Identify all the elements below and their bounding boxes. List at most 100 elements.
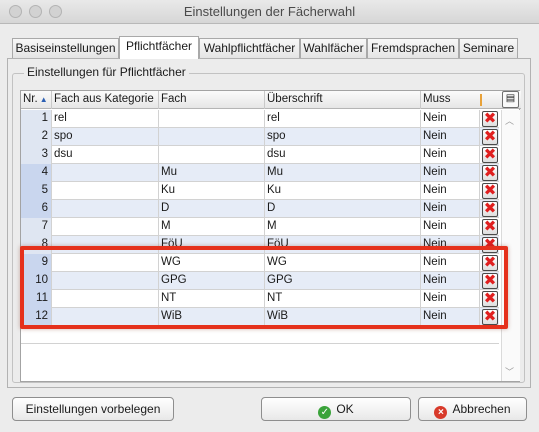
delete-row-button[interactable]: ✖ [482,146,498,163]
row-muss-cell[interactable]: Nein [421,218,480,236]
column-header-kategorie[interactable]: Fach aus Kategorie [52,91,159,109]
row-kategorie-cell[interactable] [52,182,159,200]
table-row[interactable]: 3 dsu dsu Nein ✖ [21,146,499,164]
table-row[interactable]: 5 Ku Ku Nein ✖ [21,182,499,200]
table-row[interactable]: 2 spo spo Nein ✖ [21,128,499,146]
table-row[interactable]: 11 NT NT Nein ✖ [21,290,499,308]
row-muss-cell[interactable]: Nein [421,308,480,326]
delete-row-button[interactable]: ✖ [482,254,498,271]
cancel-button[interactable]: × Abbrechen [418,397,527,421]
row-nr-cell[interactable]: 8 [21,236,52,254]
row-ueberschrift-cell[interactable]: NT [265,290,421,308]
row-nr-cell[interactable]: 5 [21,182,52,200]
row-ueberschrift-cell[interactable]: D [265,200,421,218]
row-kategorie-cell[interactable] [52,272,159,290]
delete-row-button[interactable]: ✖ [482,272,498,289]
table-row[interactable]: 10 GPG GPG Nein ✖ [21,272,499,290]
row-kategorie-cell[interactable]: dsu [52,146,159,164]
row-muss-cell[interactable]: Nein [421,290,480,308]
tab-seminare[interactable]: Seminare [459,38,518,59]
delete-row-button[interactable]: ✖ [482,164,498,181]
delete-row-button[interactable]: ✖ [482,110,498,127]
tab-fremdsprachen[interactable]: Fremdsprachen [367,38,459,59]
row-kategorie-cell[interactable] [52,164,159,182]
delete-row-button[interactable]: ✖ [482,182,498,199]
row-kategorie-cell[interactable] [52,290,159,308]
row-nr-cell[interactable]: 7 [21,218,52,236]
table-row[interactable]: 9 WG WG Nein ✖ [21,254,499,272]
row-kategorie-cell[interactable]: rel [52,110,159,128]
row-ueberschrift-cell[interactable]: WG [265,254,421,272]
row-fach-cell[interactable]: NT [159,290,265,308]
row-muss-cell[interactable]: Nein [421,272,480,290]
row-nr-cell[interactable]: 6 [21,200,52,218]
row-kategorie-cell[interactable] [52,200,159,218]
row-fach-cell[interactable] [159,110,265,128]
ok-button[interactable]: ✓ OK [261,397,411,421]
tab-basiseinstellungen[interactable]: Basiseinstellungen [12,38,119,59]
row-ueberschrift-cell[interactable]: FöU [265,236,421,254]
table-row[interactable]: 1 rel rel Nein ✖ [21,110,499,128]
row-muss-cell[interactable]: Nein [421,146,480,164]
row-ueberschrift-cell[interactable]: rel [265,110,421,128]
row-ueberschrift-cell[interactable]: dsu [265,146,421,164]
row-fach-cell[interactable]: M [159,218,265,236]
row-ueberschrift-cell[interactable]: Ku [265,182,421,200]
table-row[interactable]: 4 Mu Mu Nein ✖ [21,164,499,182]
delete-row-button[interactable]: ✖ [482,236,498,253]
table-row[interactable]: 12 WiB WiB Nein ✖ [21,308,499,326]
row-nr-cell[interactable]: 11 [21,290,52,308]
row-ueberschrift-cell[interactable]: Mu [265,164,421,182]
row-fach-cell[interactable] [159,146,265,164]
column-header-nr[interactable]: Nr. ▲ [21,91,52,109]
row-muss-cell[interactable]: Nein [421,236,480,254]
delete-row-button[interactable]: ✖ [482,218,498,235]
row-nr-cell[interactable]: 10 [21,272,52,290]
scroll-up-icon[interactable]: ︿ [505,114,514,127]
row-ueberschrift-cell[interactable]: M [265,218,421,236]
row-fach-cell[interactable]: Ku [159,182,265,200]
row-nr-cell[interactable]: 3 [21,146,52,164]
row-kategorie-cell[interactable] [52,236,159,254]
table-row[interactable]: 6 D D Nein ✖ [21,200,499,218]
row-nr-cell[interactable]: 4 [21,164,52,182]
row-fach-cell[interactable]: D [159,200,265,218]
row-nr-cell[interactable]: 2 [21,128,52,146]
title-bar[interactable]: Einstellungen der Fächerwahl [0,0,539,24]
column-header-ueberschrift[interactable]: Überschrift [265,91,421,109]
row-muss-cell[interactable]: Nein [421,254,480,272]
empty-new-row[interactable] [21,326,499,344]
row-kategorie-cell[interactable] [52,218,159,236]
row-fach-cell[interactable]: GPG [159,272,265,290]
tab-pflichtfaecher[interactable]: Pflichtfächer [119,36,199,59]
row-fach-cell[interactable]: Mu [159,164,265,182]
row-ueberschrift-cell[interactable]: GPG [265,272,421,290]
row-fach-cell[interactable] [159,128,265,146]
row-nr-cell[interactable]: 12 [21,308,52,326]
row-muss-cell[interactable]: Nein [421,182,480,200]
table-row[interactable]: 7 M M Nein ✖ [21,218,499,236]
delete-row-button[interactable]: ✖ [482,308,498,325]
tab-wahlfaecher[interactable]: Wahlfächer [300,38,367,59]
column-header-muss[interactable]: Muss [421,91,480,109]
row-ueberschrift-cell[interactable]: WiB [265,308,421,326]
row-muss-cell[interactable]: Nein [421,164,480,182]
row-ueberschrift-cell[interactable]: spo [265,128,421,146]
row-muss-cell[interactable]: Nein [421,200,480,218]
row-nr-cell[interactable]: 9 [21,254,52,272]
column-chooser-icon[interactable]: ▤ [502,91,519,108]
row-fach-cell[interactable]: FöU [159,236,265,254]
row-kategorie-cell[interactable] [52,308,159,326]
table-row[interactable]: 8 FöU FöU Nein ✖ [21,236,499,254]
row-muss-cell[interactable]: Nein [421,128,480,146]
row-muss-cell[interactable]: Nein [421,110,480,128]
defaults-button[interactable]: Einstellungen vorbelegen [12,397,174,421]
delete-row-button[interactable]: ✖ [482,290,498,307]
tab-wahlpflichtfaecher[interactable]: Wahlpflichtfächer [199,38,300,59]
delete-row-button[interactable]: ✖ [482,200,498,217]
column-header-fach[interactable]: Fach [159,91,265,109]
delete-row-button[interactable]: ✖ [482,128,498,145]
row-fach-cell[interactable]: WiB [159,308,265,326]
vertical-scrollbar[interactable]: ︿ ﹀ [501,110,520,381]
scroll-down-icon[interactable]: ﹀ [505,365,514,378]
